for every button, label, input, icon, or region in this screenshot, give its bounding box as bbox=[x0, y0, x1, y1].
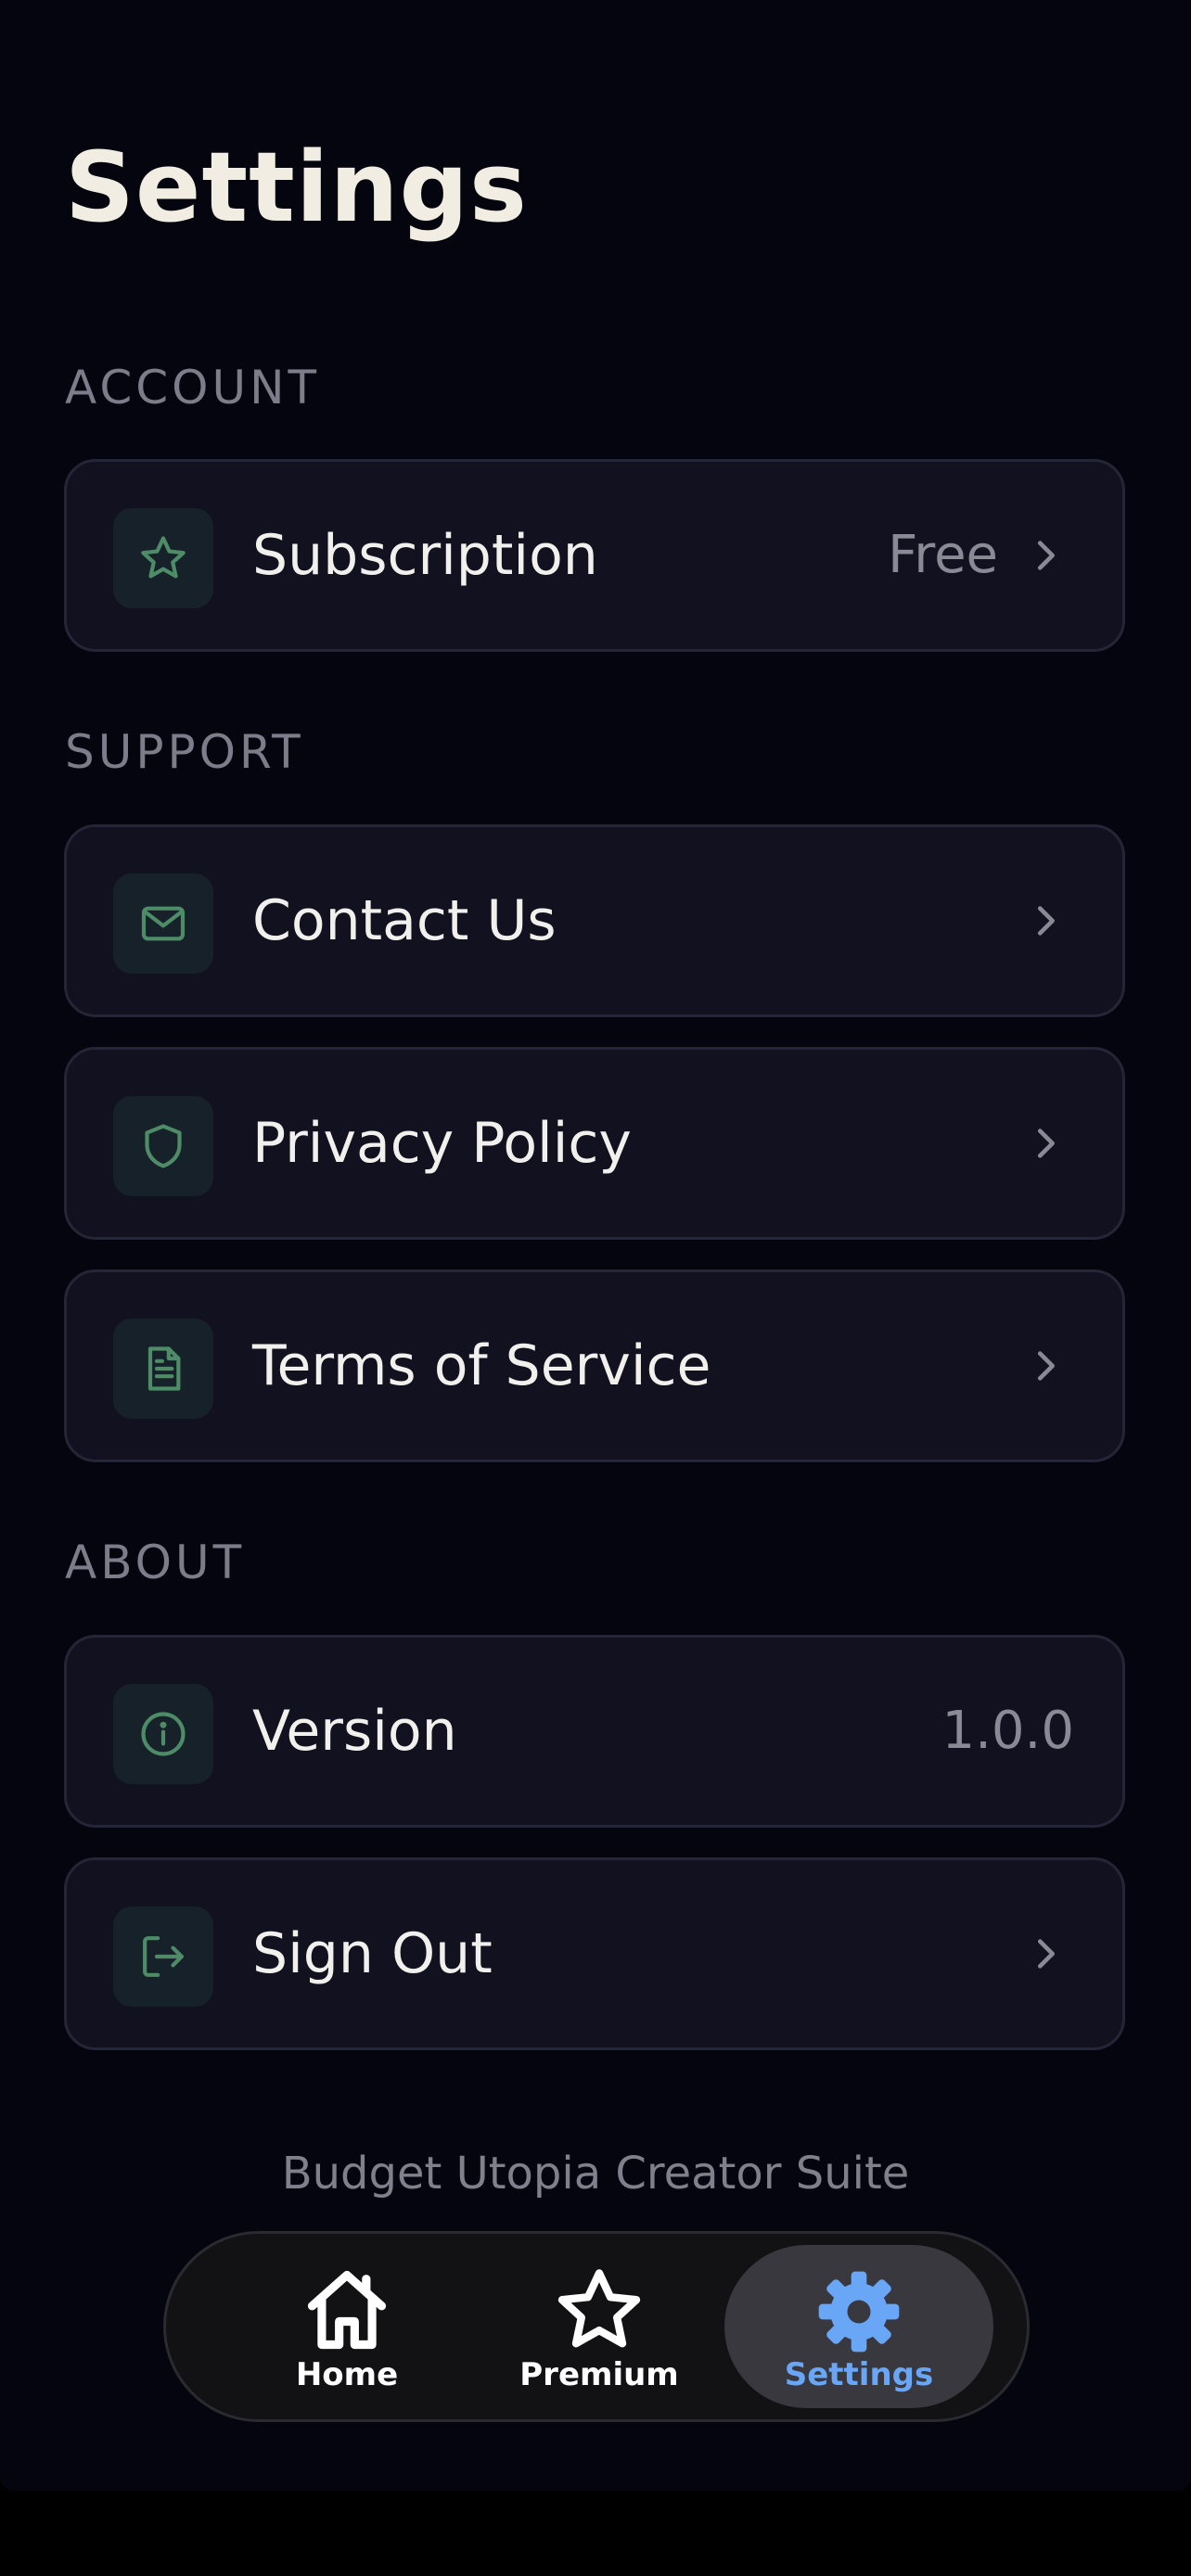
chevron-right-icon bbox=[1037, 1939, 1055, 1969]
chevron-right-icon bbox=[1037, 1351, 1055, 1381]
version-label: Version bbox=[252, 1699, 457, 1764]
contact-us-row[interactable]: Contact Us bbox=[64, 824, 1125, 1017]
app-name-footer: Budget Utopia Creator Suite bbox=[281, 2148, 910, 2200]
tab-premium[interactable]: Premium bbox=[465, 2234, 734, 2419]
tab-settings[interactable]: Settings bbox=[724, 2245, 993, 2408]
document-icon bbox=[147, 1346, 181, 1391]
star-outline-icon bbox=[557, 2269, 641, 2348]
home-icon bbox=[307, 2270, 387, 2350]
section-label-support: SUPPORT bbox=[65, 725, 304, 779]
sign-out-label: Sign Out bbox=[252, 1921, 493, 1986]
chevron-right-icon bbox=[1037, 906, 1055, 936]
chevron-right-icon bbox=[1037, 1129, 1055, 1158]
shield-icon bbox=[145, 1124, 182, 1168]
chevron-right-icon bbox=[1037, 541, 1055, 570]
info-icon bbox=[141, 1712, 186, 1756]
bottom-tab-bar: Home Premium Settings bbox=[163, 2231, 1030, 2422]
page-title: Settings bbox=[65, 131, 528, 244]
contact-us-icon-tile bbox=[113, 874, 213, 974]
section-label-about: ABOUT bbox=[65, 1536, 246, 1589]
terms-of-service-icon-tile bbox=[113, 1319, 213, 1419]
sign-out-icon bbox=[143, 1936, 184, 1977]
terms-of-service-label: Terms of Service bbox=[252, 1333, 711, 1398]
sign-out-icon-tile bbox=[113, 1906, 213, 2007]
privacy-policy-row[interactable]: Privacy Policy bbox=[64, 1047, 1125, 1240]
mail-icon bbox=[141, 906, 186, 941]
privacy-policy-label: Privacy Policy bbox=[252, 1111, 632, 1176]
star-icon bbox=[141, 536, 186, 579]
privacy-policy-icon-tile bbox=[113, 1096, 213, 1196]
subscription-value: Free bbox=[888, 525, 998, 585]
sign-out-row[interactable]: Sign Out bbox=[64, 1857, 1125, 2050]
subscription-icon-tile bbox=[113, 508, 213, 608]
tab-settings-label: Settings bbox=[784, 2356, 934, 2393]
contact-us-label: Contact Us bbox=[252, 888, 557, 953]
tab-premium-label: Premium bbox=[519, 2356, 679, 2393]
subscription-row[interactable]: Subscription Free bbox=[64, 459, 1125, 652]
gear-icon bbox=[818, 2271, 900, 2353]
settings-screen: Settings ACCOUNT Subscription Free SUPPO… bbox=[0, 0, 1191, 2491]
subscription-label: Subscription bbox=[252, 523, 598, 588]
version-row: Version 1.0.0 bbox=[64, 1635, 1125, 1828]
version-icon-tile bbox=[113, 1684, 213, 1784]
section-label-account: ACCOUNT bbox=[65, 361, 321, 414]
terms-of-service-row[interactable]: Terms of Service bbox=[64, 1269, 1125, 1462]
tab-home[interactable]: Home bbox=[212, 2234, 481, 2419]
tab-home-label: Home bbox=[295, 2356, 399, 2393]
version-value: 1.0.0 bbox=[941, 1701, 1075, 1761]
